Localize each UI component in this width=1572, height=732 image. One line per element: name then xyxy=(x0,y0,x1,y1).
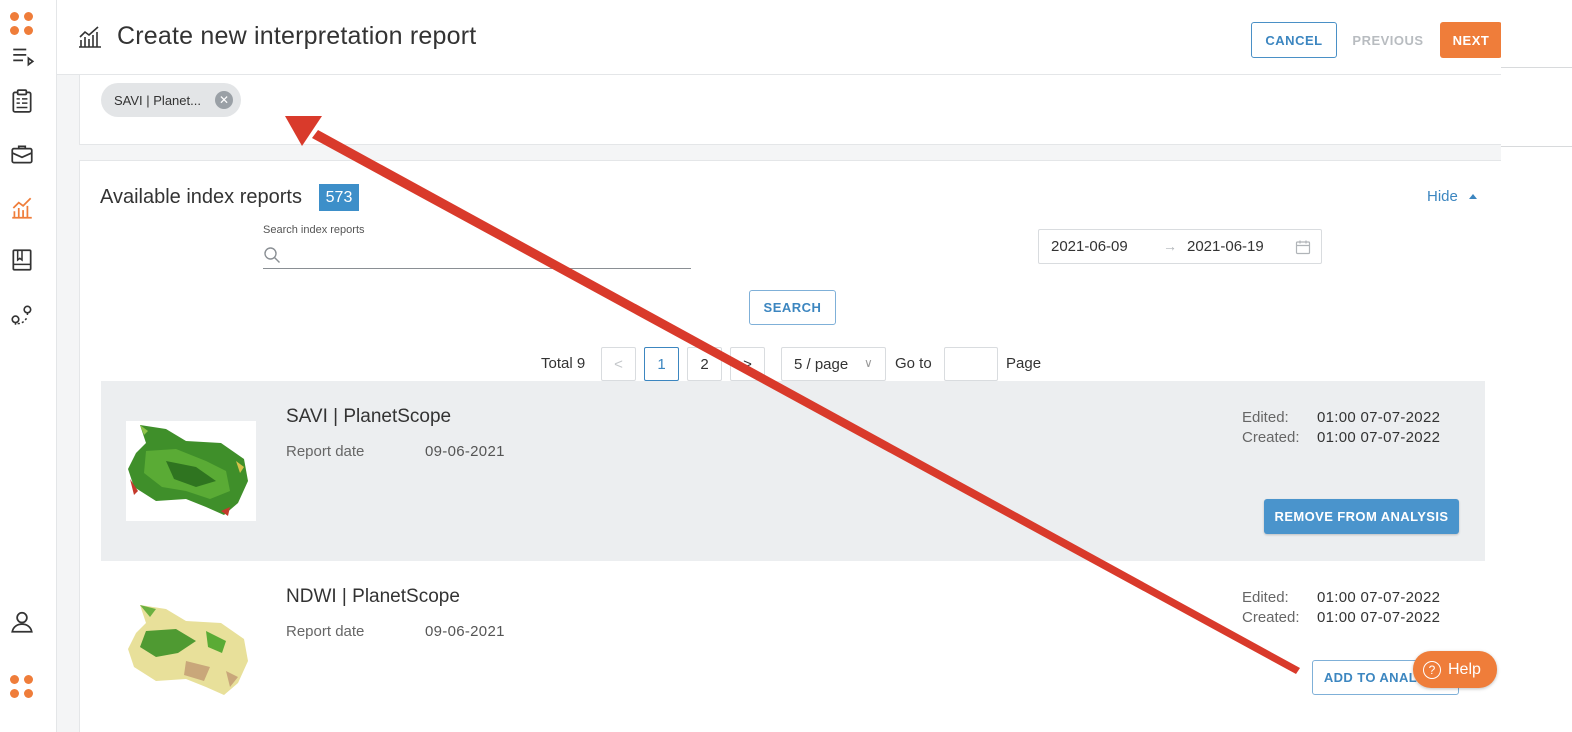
briefcase-icon[interactable] xyxy=(8,140,36,168)
page-size-value: 5 / page xyxy=(794,356,849,373)
search-input[interactable] xyxy=(287,244,687,266)
close-icon[interactable]: ✕ xyxy=(215,91,233,109)
notebook-icon[interactable] xyxy=(8,246,36,274)
count-badge: 573 xyxy=(319,184,359,211)
goto-page-input[interactable] xyxy=(944,347,998,381)
created-label: Created: xyxy=(1242,609,1300,626)
chevron-down-icon: ∨ xyxy=(864,356,873,370)
arrow-right-icon: → xyxy=(1163,238,1177,254)
chip-label: SAVI | Planet... xyxy=(114,92,201,108)
previous-button[interactable]: PREVIOUS xyxy=(1345,22,1431,58)
search-button[interactable]: SEARCH xyxy=(749,290,836,325)
edited-label: Edited: xyxy=(1242,589,1289,606)
window-edge xyxy=(1501,0,1572,732)
report-title: SAVI | PlanetScope xyxy=(286,406,452,427)
help-label: Help xyxy=(1448,660,1481,678)
report-date: 09-06-2021 xyxy=(425,623,505,640)
hide-toggle[interactable]: Hide xyxy=(1427,188,1458,205)
report-date: 09-06-2021 xyxy=(425,443,505,460)
created-label: Created: xyxy=(1242,429,1300,446)
report-date-label: Report date xyxy=(286,623,365,640)
question-icon: ? xyxy=(1423,660,1441,679)
report-card: NDWI | PlanetScope Report date 09-06-202… xyxy=(101,561,1485,732)
sidebar xyxy=(0,0,57,732)
pagination-next[interactable]: > xyxy=(730,347,765,381)
selected-report-chip[interactable]: SAVI | Planet... ✕ xyxy=(101,83,241,117)
goto-label: Go to xyxy=(895,355,932,372)
report-card: SAVI | PlanetScope Report date 09-06-202… xyxy=(101,381,1485,561)
created-value: 01:00 07-07-2022 xyxy=(1317,609,1441,626)
menu-expand-icon[interactable] xyxy=(9,42,37,70)
pagination-total: Total 9 xyxy=(541,355,586,372)
date-range-picker[interactable]: 2021-06-09 → 2021-06-19 xyxy=(1038,229,1322,264)
pagination-page[interactable]: 2 xyxy=(687,347,722,381)
report-title: NDWI | PlanetScope xyxy=(286,586,460,607)
date-to[interactable]: 2021-06-19 xyxy=(1187,238,1264,255)
clipboard-icon[interactable] xyxy=(8,87,36,115)
pagination-page[interactable]: 1 xyxy=(644,347,679,381)
report-thumbnail xyxy=(126,421,256,521)
selected-reports-panel xyxy=(79,75,1501,145)
page-title: Create new interpretation report xyxy=(117,22,477,50)
edited-value: 01:00 07-07-2022 xyxy=(1317,409,1441,426)
report-thumbnail xyxy=(126,601,256,701)
help-button[interactable]: ? Help xyxy=(1413,651,1497,688)
map-pins-icon[interactable] xyxy=(8,301,36,329)
next-button[interactable]: NEXT xyxy=(1440,22,1502,58)
search-label: Search index reports xyxy=(263,224,365,236)
pagination-prev[interactable]: < xyxy=(601,347,636,381)
calendar-icon[interactable] xyxy=(1295,239,1311,255)
search-icon xyxy=(264,247,280,263)
chart-icon[interactable] xyxy=(8,194,36,222)
search-field xyxy=(263,242,691,269)
app-grid-icon[interactable] xyxy=(10,12,36,38)
page-header: Create new interpretation report CANCEL … xyxy=(57,0,1502,75)
remove-from-analysis-button[interactable]: REMOVE FROM ANALYSIS xyxy=(1264,499,1459,534)
created-value: 01:00 07-07-2022 xyxy=(1317,429,1441,446)
edited-value: 01:00 07-07-2022 xyxy=(1317,589,1441,606)
report-date-label: Report date xyxy=(286,443,365,460)
date-from[interactable]: 2021-06-09 xyxy=(1051,238,1128,255)
caret-up-icon[interactable] xyxy=(1469,194,1477,199)
app-grid-icon[interactable] xyxy=(10,675,36,701)
chart-icon xyxy=(77,25,103,49)
page-label: Page xyxy=(1006,355,1042,372)
section-title: Available index reports xyxy=(100,186,302,208)
page-size-select[interactable]: 5 / page ∨ xyxy=(781,347,886,381)
user-icon[interactable] xyxy=(8,608,36,636)
cancel-button[interactable]: CANCEL xyxy=(1251,22,1337,58)
edited-label: Edited: xyxy=(1242,409,1289,426)
